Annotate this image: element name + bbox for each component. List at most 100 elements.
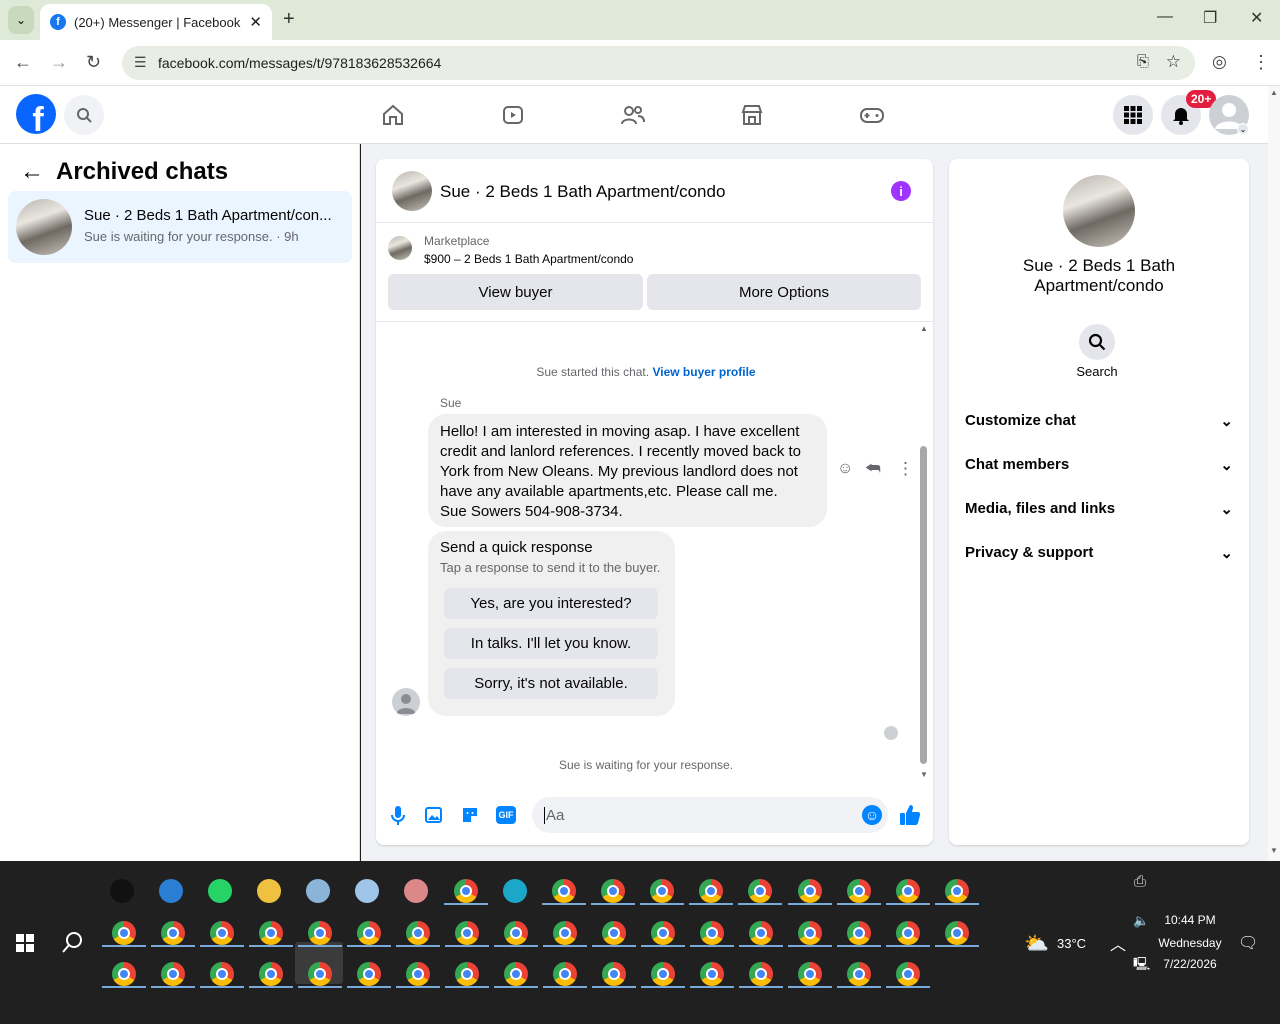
- chrome-icon[interactable]: [896, 962, 920, 986]
- marketplace-nav-icon[interactable]: [737, 100, 767, 130]
- media-files-links-section[interactable]: Media, files and links ⌄: [965, 500, 1233, 518]
- search-conversation-button[interactable]: [1079, 324, 1115, 360]
- chrome-icon[interactable]: [454, 879, 478, 903]
- bookmark-star-icon[interactable]: ☆: [1166, 52, 1181, 72]
- minimize-button[interactable]: —: [1157, 8, 1173, 26]
- chrome-icon[interactable]: [259, 921, 283, 945]
- more-actions-icon[interactable]: ⋮: [897, 459, 914, 479]
- chrome-icon[interactable]: [357, 921, 381, 945]
- like-thumb-icon[interactable]: [898, 803, 922, 832]
- tab-close-icon[interactable]: ✕: [249, 13, 262, 31]
- chrome-icon[interactable]: [749, 921, 773, 945]
- chrome-icon[interactable]: [455, 962, 479, 986]
- browser-tab[interactable]: f (20+) Messenger | Facebook ✕: [40, 4, 272, 40]
- photo-icon[interactable]: [424, 805, 444, 830]
- chrome-icon[interactable]: [798, 921, 822, 945]
- chrome-icon[interactable]: [553, 921, 577, 945]
- chrome-icon[interactable]: [749, 962, 773, 986]
- app-icon[interactable]: [159, 879, 183, 903]
- tiktok-icon[interactable]: [110, 879, 134, 903]
- menu-grid-button[interactable]: [1113, 95, 1153, 135]
- chat-members-section[interactable]: Chat members ⌄: [965, 456, 1233, 474]
- chrome-icon[interactable]: [601, 879, 625, 903]
- new-tab-button[interactable]: +: [283, 8, 295, 31]
- chrome-icon[interactable]: [210, 962, 234, 986]
- chrome-icon[interactable]: [798, 879, 822, 903]
- chrome-icon[interactable]: [650, 879, 674, 903]
- page-scroll-down-icon[interactable]: ▼: [1270, 846, 1278, 855]
- info-icon[interactable]: i: [891, 181, 911, 201]
- scroll-up-icon[interactable]: ▲: [920, 324, 928, 333]
- browser-menu-icon[interactable]: ⋮: [1252, 52, 1270, 73]
- facebook-search-button[interactable]: [64, 95, 104, 135]
- back-button[interactable]: ←: [14, 52, 32, 73]
- clock-time[interactable]: 10:44 PM: [1160, 913, 1220, 927]
- video-nav-icon[interactable]: [498, 100, 528, 130]
- app-icon[interactable]: [404, 879, 428, 903]
- file-explorer-icon[interactable]: [257, 879, 281, 903]
- view-buyer-profile-link[interactable]: View buyer profile: [652, 365, 755, 379]
- url-bar[interactable]: ☰ facebook.com/messages/t/97818362853266…: [122, 46, 1195, 80]
- scroll-down-icon[interactable]: ▼: [920, 770, 928, 779]
- message-input[interactable]: Aa ☺: [532, 797, 888, 833]
- notification-center-icon[interactable]: 🗨: [1238, 933, 1258, 953]
- tab-search-dropdown-icon[interactable]: ⌄: [8, 6, 34, 34]
- chrome-icon[interactable]: [504, 921, 528, 945]
- gaming-nav-icon[interactable]: [857, 100, 887, 130]
- emoji-icon[interactable]: ☺: [862, 805, 882, 825]
- chrome-icon[interactable]: [945, 879, 969, 903]
- profile-icon[interactable]: ◎: [1212, 52, 1227, 72]
- page-scrollbar[interactable]: ▲ ▼: [1268, 86, 1280, 861]
- chat-list-item[interactable]: Sue · 2 Beds 1 Bath Apartment/con... Sue…: [8, 191, 352, 263]
- friends-nav-icon[interactable]: [618, 100, 648, 130]
- facebook-logo-icon[interactable]: f: [16, 94, 56, 134]
- clock-date[interactable]: 7/22/2026: [1155, 957, 1225, 971]
- chrome-icon[interactable]: [112, 921, 136, 945]
- chrome-icon[interactable]: [455, 921, 479, 945]
- chrome-icon[interactable]: [945, 921, 969, 945]
- home-nav-icon[interactable]: [378, 100, 408, 130]
- sender-avatar[interactable]: [392, 688, 420, 716]
- chrome-icon[interactable]: [748, 879, 772, 903]
- chrome-icon[interactable]: [798, 962, 822, 986]
- page-scroll-up-icon[interactable]: ▲: [1270, 88, 1278, 97]
- account-chevron-icon[interactable]: ⌄: [1237, 123, 1249, 135]
- whatsapp-icon[interactable]: [208, 879, 232, 903]
- restore-button[interactable]: ❐: [1203, 8, 1217, 28]
- windows-start-icon[interactable]: [16, 934, 34, 957]
- app-icon[interactable]: [355, 879, 379, 903]
- meet-now-icon[interactable]: ⎙: [1134, 873, 1146, 890]
- gif-icon[interactable]: GIF: [496, 806, 516, 824]
- weather-icon[interactable]: ⛅: [1024, 931, 1049, 956]
- conversation-title[interactable]: Sue · 2 Beds 1 Bath Apartment/condo: [440, 182, 725, 202]
- show-hidden-icons-chevron-icon[interactable]: ︿: [1110, 931, 1126, 955]
- customize-chat-section[interactable]: Customize chat ⌄: [965, 412, 1233, 430]
- reply-icon[interactable]: ⮪: [865, 459, 881, 479]
- chrome-icon[interactable]: [699, 879, 723, 903]
- sticker-icon[interactable]: [460, 805, 480, 830]
- more-options-button[interactable]: More Options: [647, 274, 921, 310]
- clock-day[interactable]: Wednesday: [1155, 936, 1225, 950]
- profile-photo[interactable]: [1063, 175, 1135, 247]
- messages-scrollbar[interactable]: ▲ ▼: [918, 324, 929, 779]
- forward-button[interactable]: →: [50, 52, 68, 73]
- network-icon[interactable]: 🖳: [1133, 955, 1150, 977]
- chrome-icon[interactable]: [651, 962, 675, 986]
- chrome-icon[interactable]: [161, 921, 185, 945]
- chrome-icon[interactable]: [700, 962, 724, 986]
- weather-temp[interactable]: 33°C: [1057, 936, 1086, 951]
- react-emoji-icon[interactable]: ☺: [837, 460, 853, 478]
- chrome-icon[interactable]: [553, 962, 577, 986]
- volume-icon[interactable]: 🔈: [1133, 913, 1149, 929]
- chrome-icon[interactable]: [406, 962, 430, 986]
- chrome-icon[interactable]: [602, 921, 626, 945]
- message-bubble[interactable]: Hello! I am interested in moving asap. I…: [428, 414, 827, 527]
- chrome-icon[interactable]: [406, 921, 430, 945]
- chrome-icon[interactable]: [602, 962, 626, 986]
- install-app-icon[interactable]: ⎘: [1137, 53, 1149, 70]
- quick-response-option[interactable]: In talks. I'll let you know.: [444, 628, 658, 659]
- chrome-icon[interactable]: [896, 879, 920, 903]
- chrome-icon[interactable]: [357, 962, 381, 986]
- quick-response-option[interactable]: Yes, are you interested?: [444, 588, 658, 619]
- chrome-icon[interactable]: [896, 921, 920, 945]
